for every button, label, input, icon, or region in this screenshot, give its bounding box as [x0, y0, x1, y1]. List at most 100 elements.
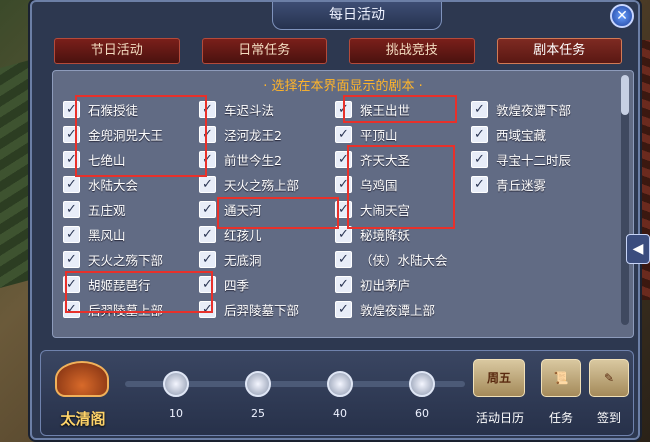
- checkbox[interactable]: ✓: [335, 126, 352, 143]
- signin-icon[interactable]: ✎: [589, 359, 629, 397]
- checkbox[interactable]: ✓: [63, 176, 80, 193]
- list-item[interactable]: ✓ 通天河: [199, 197, 335, 222]
- checkbox[interactable]: ✓: [199, 276, 216, 293]
- checkbox[interactable]: ✓: [63, 226, 80, 243]
- collapse-arrow-icon[interactable]: ◀: [626, 234, 650, 264]
- item-label: 大闹天宫: [360, 203, 411, 218]
- list-item[interactable]: ✓ 大闹天宫: [335, 197, 471, 222]
- close-icon[interactable]: ✕: [610, 4, 634, 28]
- checkbox[interactable]: ✓: [335, 226, 352, 243]
- reward-node-25[interactable]: [245, 371, 271, 397]
- tab-festival[interactable]: 节日活动: [54, 38, 180, 64]
- window-title: 每日活动: [272, 2, 442, 30]
- checkbox[interactable]: ✓: [335, 251, 352, 268]
- milestone-label: 40: [333, 407, 347, 420]
- signin-label: 签到: [596, 411, 621, 425]
- checkbox[interactable]: ✓: [199, 101, 216, 118]
- reward-node-60[interactable]: [409, 371, 435, 397]
- milestone-label: 60: [415, 407, 429, 420]
- reward-node-10[interactable]: [163, 371, 189, 397]
- daily-activity-window: 每日活动 ✕ 节日活动 日常任务 挑战竞技 剧本任务 · 选择在本界面显示的剧本…: [30, 0, 650, 440]
- list-item[interactable]: ✓ 红孩儿: [199, 222, 335, 247]
- list-item[interactable]: ✓ 黑风山: [63, 222, 199, 247]
- list-item[interactable]: ✓ 泾河龙王2: [199, 122, 335, 147]
- checkbox[interactable]: ✓: [471, 151, 488, 168]
- checkbox[interactable]: ✓: [471, 101, 488, 118]
- checkbox[interactable]: ✓: [63, 276, 80, 293]
- list-item[interactable]: ✓ 七绝山: [63, 147, 199, 172]
- scroll-task-icon[interactable]: 📜: [541, 359, 581, 397]
- item-label: 无底洞: [224, 253, 262, 268]
- item-label: 后羿陵墓下部: [224, 303, 300, 318]
- list-item[interactable]: ✓ 乌鸡国: [335, 172, 471, 197]
- list-item[interactable]: ✓ 五庄观: [63, 197, 199, 222]
- list-item[interactable]: ✓ （侠）水陆大会: [335, 247, 471, 272]
- item-label: 天火之殇上部: [224, 178, 300, 193]
- taiqing-pavilion[interactable]: 太清阁: [47, 355, 117, 431]
- checkbox[interactable]: ✓: [63, 201, 80, 218]
- tab-daily[interactable]: 日常任务: [201, 38, 327, 64]
- item-label: 车迟斗法: [224, 103, 275, 118]
- checkbox[interactable]: ✓: [63, 151, 80, 168]
- list-item[interactable]: ✓ 敦煌夜谭上部: [335, 297, 471, 322]
- reward-node-40[interactable]: [327, 371, 353, 397]
- checkbox[interactable]: ✓: [63, 126, 80, 143]
- checkbox[interactable]: ✓: [199, 151, 216, 168]
- checkbox[interactable]: ✓: [335, 101, 352, 118]
- list-item[interactable]: ✓ 齐天大圣: [335, 147, 471, 172]
- item-label: 西域宝藏: [496, 128, 547, 143]
- list-item[interactable]: ✓ 西域宝藏: [471, 122, 607, 147]
- checkbox[interactable]: ✓: [199, 301, 216, 318]
- list-item[interactable]: ✓ 无底洞: [199, 247, 335, 272]
- list-item[interactable]: ✓ 平顶山: [335, 122, 471, 147]
- checkbox[interactable]: ✓: [63, 301, 80, 318]
- list-item[interactable]: ✓ 猴王出世: [335, 97, 471, 122]
- list-item[interactable]: ✓ 天火之殇下部: [63, 247, 199, 272]
- list-item[interactable]: ✓ 金兜洞兕大王: [63, 122, 199, 147]
- checkbox[interactable]: ✓: [199, 226, 216, 243]
- checkbox[interactable]: ✓: [63, 251, 80, 268]
- list-item[interactable]: ✓ 胡姬琵琶行: [63, 272, 199, 297]
- item-label: 四季: [224, 278, 250, 293]
- checkbox[interactable]: ✓: [335, 201, 352, 218]
- checkbox[interactable]: ✓: [199, 176, 216, 193]
- item-label: 石猴授徒: [88, 103, 139, 118]
- list-item[interactable]: ✓ 天火之殇上部: [199, 172, 335, 197]
- item-label: 五庄观: [88, 203, 126, 218]
- column-4: ✓ 敦煌夜谭下部 ✓ 西域宝藏 ✓ 寻宝十二时辰 ✓ 青丘迷雾: [471, 97, 607, 197]
- item-label: 胡姬琵琶行: [88, 278, 151, 293]
- item-label: 金兜洞兕大王: [88, 128, 164, 143]
- checkbox[interactable]: ✓: [335, 301, 352, 318]
- tab-story[interactable]: 剧本任务: [496, 38, 622, 64]
- checkbox[interactable]: ✓: [471, 176, 488, 193]
- pavilion-label: 太清阁: [60, 410, 106, 428]
- scroll-thumb[interactable]: [621, 75, 629, 115]
- list-item[interactable]: ✓ 后羿陵墓上部: [63, 297, 199, 322]
- list-item[interactable]: ✓ 青丘迷雾: [471, 172, 607, 197]
- calendar-icon[interactable]: 周五: [473, 359, 525, 397]
- item-label: （侠）水陆大会: [360, 253, 448, 268]
- list-item[interactable]: ✓ 后羿陵墓下部: [199, 297, 335, 322]
- item-label: 黑风山: [88, 228, 126, 243]
- list-item[interactable]: ✓ 车迟斗法: [199, 97, 335, 122]
- checkbox[interactable]: ✓: [63, 101, 80, 118]
- checkbox[interactable]: ✓: [335, 151, 352, 168]
- list-item[interactable]: ✓ 水陆大会: [63, 172, 199, 197]
- item-label: 后羿陵墓上部: [88, 303, 164, 318]
- checkbox[interactable]: ✓: [335, 176, 352, 193]
- tab-challenge[interactable]: 挑战竞技: [349, 38, 475, 64]
- checkbox[interactable]: ✓: [199, 126, 216, 143]
- checkbox[interactable]: ✓: [471, 126, 488, 143]
- checkbox[interactable]: ✓: [199, 251, 216, 268]
- list-item[interactable]: ✓ 四季: [199, 272, 335, 297]
- list-item[interactable]: ✓ 寻宝十二时辰: [471, 147, 607, 172]
- scrollbar[interactable]: [621, 75, 629, 325]
- list-item[interactable]: ✓ 初出茅庐: [335, 272, 471, 297]
- list-item[interactable]: ✓ 敦煌夜谭下部: [471, 97, 607, 122]
- checkbox[interactable]: ✓: [199, 201, 216, 218]
- list-item[interactable]: ✓ 石猴授徒: [63, 97, 199, 122]
- checkbox[interactable]: ✓: [335, 276, 352, 293]
- milestone-label: 25: [251, 407, 265, 420]
- list-item[interactable]: ✓ 秘境降妖: [335, 222, 471, 247]
- list-item[interactable]: ✓ 前世今生2: [199, 147, 335, 172]
